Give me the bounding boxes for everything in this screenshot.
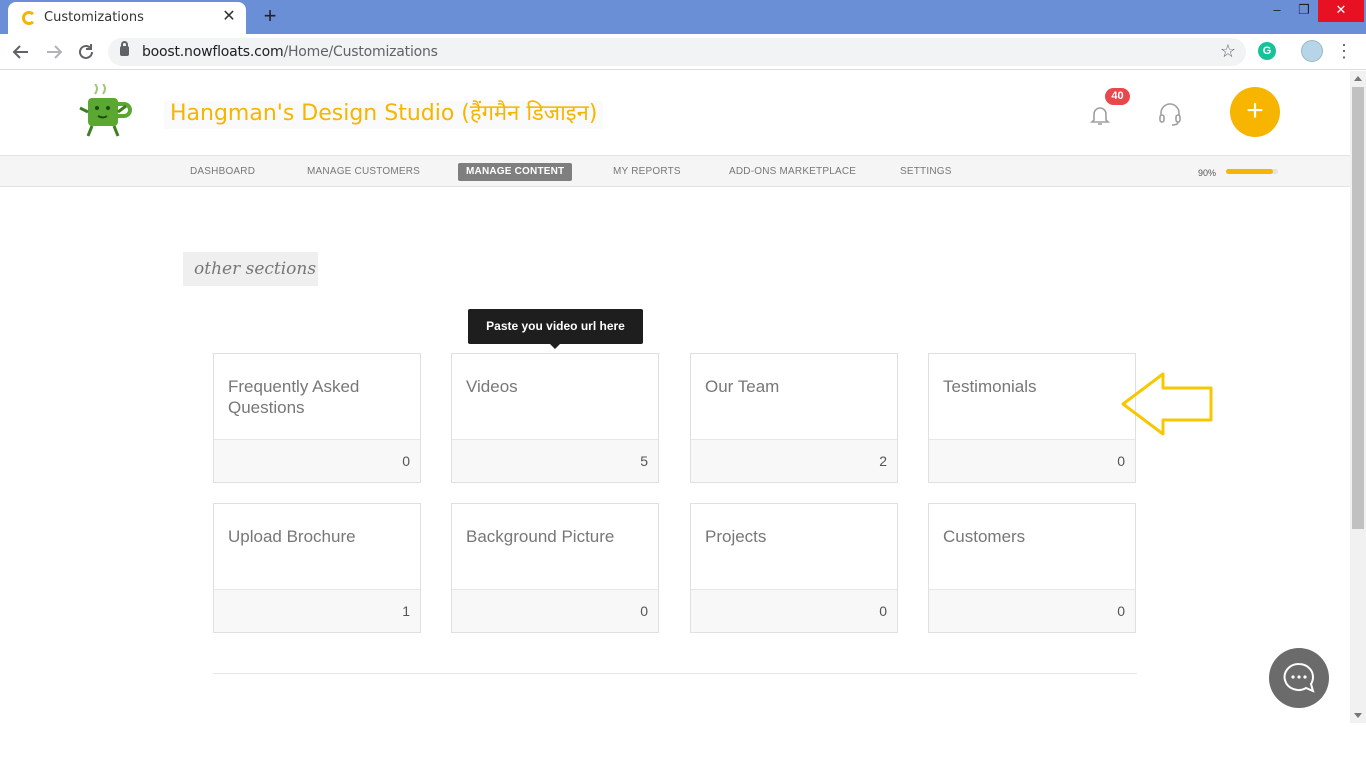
url-text: boost.nowfloats.com/Home/Customizations xyxy=(142,44,438,60)
main-nav: DASHBOARD MANAGE CUSTOMERS MANAGE CONTEN… xyxy=(0,155,1350,187)
nav-settings[interactable]: SETTINGS xyxy=(900,163,952,181)
card-title: Upload Brochure xyxy=(228,527,356,546)
scroll-down-icon[interactable] xyxy=(1354,713,1362,718)
section-divider xyxy=(213,673,1137,674)
nav-my-reports[interactable]: MY REPORTS xyxy=(613,163,681,181)
card-count: 0 xyxy=(1117,453,1125,469)
back-icon[interactable] xyxy=(10,41,32,63)
notification-badge: 40 xyxy=(1105,88,1130,105)
forward-icon[interactable] xyxy=(43,41,65,63)
card-count: 0 xyxy=(1117,603,1125,619)
nav-addons-marketplace[interactable]: ADD-ONS MARKETPLACE xyxy=(729,163,856,181)
card-projects[interactable]: Projects 0 xyxy=(690,503,898,633)
card-customers[interactable]: Customers 0 xyxy=(928,503,1136,633)
card-footer: 0 xyxy=(691,589,897,632)
card-testimonials[interactable]: Testimonials 0 xyxy=(928,353,1136,483)
card-title: Testimonials xyxy=(943,377,1037,396)
card-title: Customers xyxy=(943,527,1026,546)
card-count: 0 xyxy=(640,603,648,619)
left-arrow-icon xyxy=(1120,371,1214,437)
page-scrollbar[interactable] xyxy=(1350,71,1366,723)
browser-menu-icon[interactable]: ⋮ xyxy=(1334,40,1354,64)
card-footer: 0 xyxy=(929,439,1135,482)
page: Hangman's Design Studio (हैंगमैन डिजाइन)… xyxy=(0,71,1350,723)
scrollbar-thumb[interactable] xyxy=(1352,87,1364,529)
minimize-button[interactable]: – xyxy=(1262,0,1292,22)
nav-manage-customers[interactable]: MANAGE CUSTOMERS xyxy=(307,163,420,181)
grammarly-extension-icon[interactable]: G xyxy=(1258,42,1276,60)
browser-toolbar: boost.nowfloats.com/Home/Customizations … xyxy=(0,34,1366,70)
card-count: 2 xyxy=(879,453,887,469)
card-count: 0 xyxy=(879,603,887,619)
card-title: Our Team xyxy=(705,377,780,396)
card-our-team[interactable]: Our Team 2 xyxy=(690,353,898,483)
card-title: Frequently Asked Questions xyxy=(228,377,360,417)
card-title: Background Picture xyxy=(466,527,615,546)
profile-avatar[interactable] xyxy=(1301,40,1323,62)
section-title: other sections xyxy=(183,252,318,286)
card-title: Videos xyxy=(466,377,518,396)
card-footer: 0 xyxy=(452,589,658,632)
card-footer: 5 xyxy=(452,439,658,482)
card-videos[interactable]: Videos 5 xyxy=(451,353,659,483)
new-tab-button[interactable]: + xyxy=(258,5,282,29)
browser-titlebar: Customizations ✕ + – ❐ ✕ xyxy=(0,0,1366,34)
profile-progress-bar xyxy=(1226,169,1278,174)
profile-progress-label: 90% xyxy=(1198,168,1217,178)
card-footer: 0 xyxy=(214,439,420,482)
card-upload-brochure[interactable]: Upload Brochure 1 xyxy=(213,503,421,633)
profile-progress-fill xyxy=(1226,169,1273,174)
nav-dashboard[interactable]: DASHBOARD xyxy=(190,163,255,181)
favicon-icon xyxy=(22,11,36,25)
headset-icon[interactable] xyxy=(1157,101,1183,127)
card-count: 5 xyxy=(640,453,648,469)
card-faq[interactable]: Frequently Asked Questions 0 xyxy=(213,353,421,483)
reload-icon[interactable] xyxy=(75,41,97,63)
window-close-button[interactable]: ✕ xyxy=(1318,0,1364,22)
app-header: Hangman's Design Studio (हैंगमैन डिजाइन)… xyxy=(0,71,1350,155)
card-footer: 1 xyxy=(214,589,420,632)
maximize-button[interactable]: ❐ xyxy=(1289,0,1319,22)
scroll-up-icon[interactable] xyxy=(1354,76,1362,81)
tab-title: Customizations xyxy=(44,10,144,25)
chat-icon xyxy=(1283,662,1315,693)
address-bar[interactable]: boost.nowfloats.com/Home/Customizations … xyxy=(108,38,1246,66)
card-count: 1 xyxy=(402,603,410,619)
card-title: Projects xyxy=(705,527,767,546)
card-count: 0 xyxy=(402,453,410,469)
tab-close-button[interactable]: ✕ xyxy=(220,8,238,26)
browser-tab[interactable]: Customizations ✕ xyxy=(8,2,246,34)
bell-icon[interactable] xyxy=(1088,103,1112,127)
card-background-picture[interactable]: Background Picture 0 xyxy=(451,503,659,633)
card-footer: 0 xyxy=(929,589,1135,632)
chat-button[interactable] xyxy=(1269,648,1329,708)
video-tooltip: Paste you video url here xyxy=(468,309,643,349)
card-footer: 2 xyxy=(691,439,897,482)
nav-manage-content[interactable]: MANAGE CONTENT xyxy=(458,163,573,181)
business-logo[interactable] xyxy=(70,83,140,142)
lock-icon xyxy=(120,41,129,56)
business-name: Hangman's Design Studio (हैंगमैन डिजाइन) xyxy=(164,101,604,129)
add-button[interactable]: + xyxy=(1230,87,1280,137)
bookmark-star-icon[interactable]: ☆ xyxy=(1220,41,1236,62)
